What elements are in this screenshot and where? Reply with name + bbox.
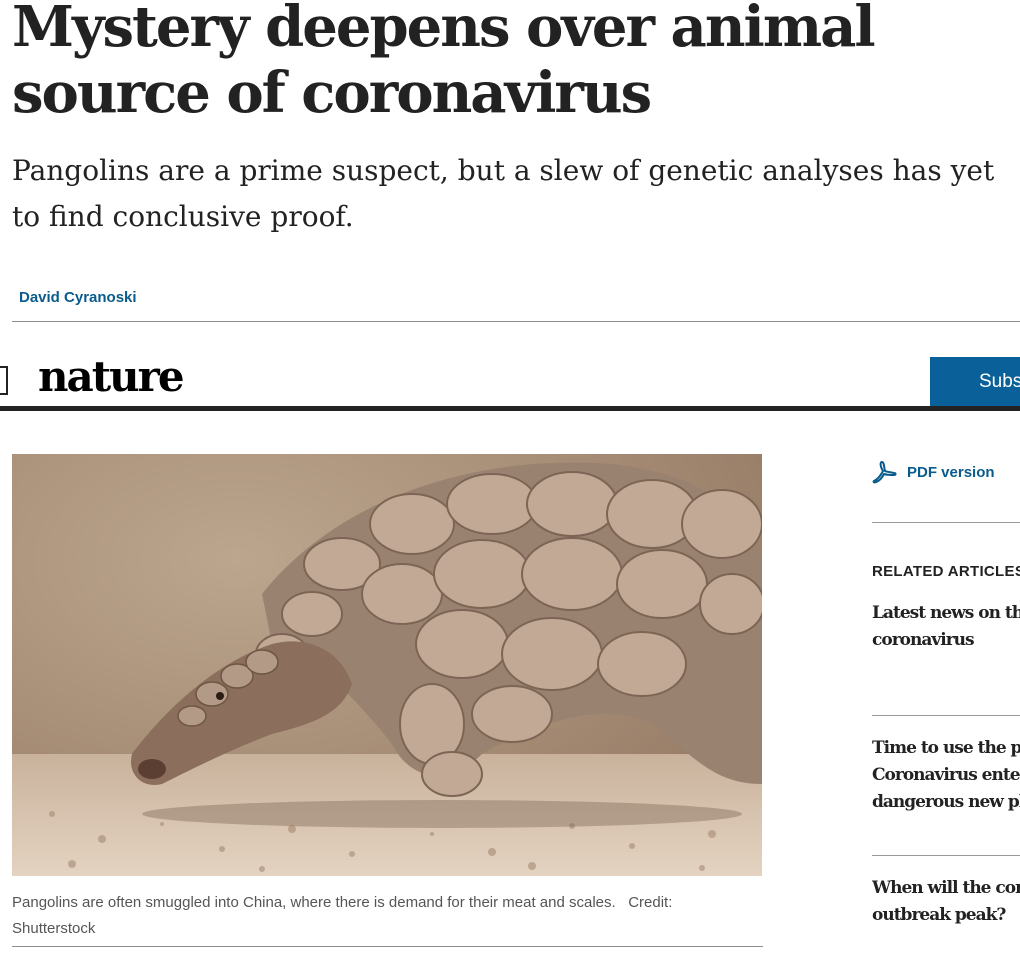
acrobat-icon: [872, 461, 897, 484]
divider: [872, 715, 1020, 716]
subscribe-button[interactable]: Subs: [930, 357, 1020, 407]
article-title: Mystery deepens over animal source of co…: [12, 0, 876, 126]
related-article-link[interactable]: When will the cor outbreak peak?: [872, 875, 1020, 929]
pangolin-photo: [12, 454, 762, 876]
related-article-link[interactable]: Time to use the p- Coronavirus enter dan…: [872, 735, 1020, 816]
menu-icon[interactable]: [0, 366, 8, 395]
nature-logo[interactable]: nature: [38, 352, 185, 401]
article-standfirst: Pangolins are a prime suspect, but a sle…: [12, 154, 995, 233]
figure-caption: Pangolins are often smuggled into China,…: [12, 890, 732, 942]
pdf-version-label: PDF version: [907, 463, 995, 481]
pdf-version-link[interactable]: PDF version: [871, 459, 995, 485]
related-article-link[interactable]: Latest news on the coronavirus: [872, 600, 1020, 654]
related-articles-heading: RELATED ARTICLES: [872, 563, 1020, 580]
divider: [872, 522, 1020, 523]
header-bar: [0, 406, 1020, 411]
divider: [872, 855, 1020, 856]
author-link[interactable]: David Cyranoski: [19, 289, 137, 306]
divider: [12, 321, 1020, 322]
caption-text: Pangolins are often smuggled into China,…: [12, 894, 616, 911]
divider: [12, 946, 763, 947]
